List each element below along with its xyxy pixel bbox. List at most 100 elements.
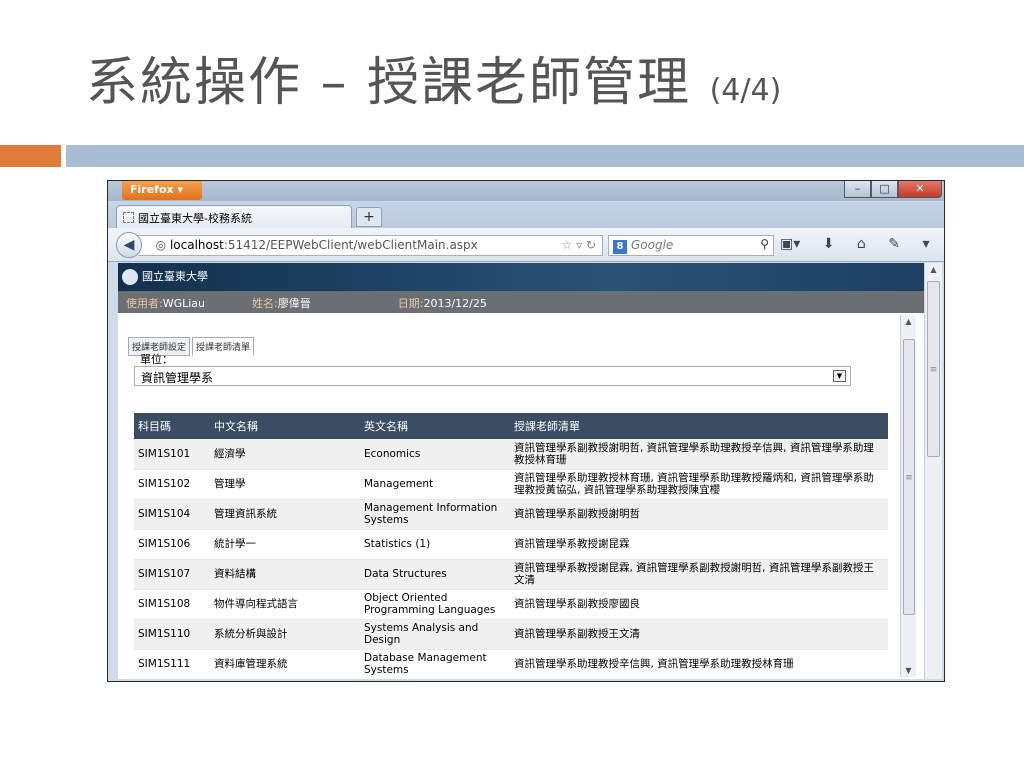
cell-course-code: SIM1S106 — [134, 529, 210, 560]
page-icon — [123, 212, 134, 223]
cell-teacher-list: 資訊管理學系助理教授辛信興, 資訊管理學系助理教授林育珊 — [510, 649, 888, 679]
user-label: 使用者: — [126, 297, 163, 310]
date-label: 日期: — [397, 297, 424, 310]
toolbar-icons: ▣▾ ⬇ ⌂ ✎ ▾ — [780, 236, 944, 252]
dropdown-icon[interactable]: ▿ — [576, 238, 582, 252]
search-placeholder: Google — [631, 238, 674, 252]
cell-course-code: SIM1S110 — [134, 619, 210, 650]
unit-label: 單位： — [140, 353, 173, 366]
cell-english-name: Economics — [360, 439, 510, 470]
table-row[interactable]: SIM1S107 資料結構 Data Structures 資訊管理學系教授謝昆… — [134, 559, 888, 590]
unit-value: 資訊管理學系 — [141, 371, 214, 385]
globe-icon: ◎ — [155, 238, 167, 252]
user-value: WGLiau — [162, 297, 206, 310]
tab-teacher-list[interactable]: 授課老師清單 — [192, 337, 255, 356]
header-course-code[interactable]: 科目碼 — [134, 413, 210, 439]
bookmarks-icon[interactable]: ▣▾ — [780, 236, 800, 252]
search-icon[interactable]: ⚲ — [760, 237, 769, 251]
cell-chinese-name: 物件導向程式語言 — [210, 589, 360, 620]
logo-text: 國立臺東大學 — [142, 270, 208, 283]
table-row[interactable]: SIM1S110 系統分析與設計 Systems Analysis and De… — [134, 619, 888, 650]
name-value: 廖偉晉 — [277, 297, 311, 310]
maximize-button[interactable]: □ — [871, 181, 898, 198]
addon-icon[interactable]: ✎ — [888, 236, 900, 252]
cell-chinese-name: 管理學 — [210, 469, 360, 500]
header-english-name[interactable]: 英文名稱 — [360, 413, 510, 439]
new-tab-button[interactable]: + — [356, 207, 382, 227]
page-content: 國立臺東大學 使用者:WGLiau 姓名:廖偉晉 日期:2013/12/25 授… — [118, 263, 940, 679]
cell-english-name: Data Structures — [360, 559, 510, 590]
chevron-down-icon[interactable]: ▼ — [833, 370, 846, 382]
cell-teacher-list: 資訊管理學系副教授王文清 — [510, 619, 888, 650]
firefox-menu-button[interactable]: Firefox ▾ — [122, 181, 202, 200]
download-icon[interactable]: ⬇ — [823, 236, 835, 252]
cell-teacher-list: 資訊管理學系教授謝昆霖 — [510, 529, 888, 560]
table-row[interactable]: SIM1S108 物件導向程式語言 Object Oriented Progra… — [134, 589, 888, 620]
cell-course-code: SIM1S101 — [134, 439, 210, 470]
table-header-row: 科目碼 中文名稱 英文名稱 授課老師清單 — [134, 413, 888, 439]
slide-title: 系統操作 – 授課老師管理 (4/4) — [86, 40, 781, 115]
cell-english-name: Management Information Systems — [360, 499, 510, 530]
tab-strip: 國立臺東大學-校務系統 + — [108, 201, 944, 228]
scrollbar-thumb[interactable]: ≡ — [927, 281, 940, 457]
url-host: localhost — [169, 238, 224, 252]
accent-bar-blue — [66, 145, 1024, 167]
scroll-down-icon[interactable]: ▼ — [901, 666, 916, 675]
table-row[interactable]: SIM1S111 資料庫管理系統 Database Management Sys… — [134, 649, 888, 679]
unit-select[interactable]: 資訊管理學系 ▼ — [134, 366, 851, 386]
cell-chinese-name: 管理資訊系統 — [210, 499, 360, 530]
cell-course-code: SIM1S111 — [134, 649, 210, 679]
table-row[interactable]: SIM1S102 管理學 Management 資訊管理學系助理教授林育珊, 資… — [134, 469, 888, 500]
url-actions: ☆ ▿ ↻ — [561, 238, 596, 252]
app-banner: 國立臺東大學 — [118, 263, 940, 291]
inner-scrollbar[interactable]: ▲ ≡ ▼ — [900, 315, 916, 677]
cell-course-code: SIM1S102 — [134, 469, 210, 500]
cell-course-code: SIM1S107 — [134, 559, 210, 590]
cell-course-code: SIM1S104 — [134, 499, 210, 530]
cell-english-name: Management — [360, 469, 510, 500]
menu-chevron-icon[interactable]: ▾ — [922, 236, 929, 252]
search-engine-icon[interactable]: 8 — [613, 240, 627, 254]
slide-title-text: 系統操作 – 授課老師管理 — [86, 53, 692, 113]
name-label: 姓名: — [252, 297, 278, 310]
table-row[interactable]: SIM1S106 統計學一 Statistics (1) 資訊管理學系教授謝昆霖 — [134, 529, 888, 560]
page-scrollbar[interactable]: ▲ ≡ — [924, 263, 942, 679]
header-teacher-list[interactable]: 授課老師清單 — [510, 413, 888, 439]
browser-tab[interactable]: 國立臺東大學-校務系統 — [116, 205, 352, 228]
cell-english-name: Statistics (1) — [360, 529, 510, 560]
scroll-up-icon[interactable]: ▲ — [901, 317, 916, 326]
header-chinese-name[interactable]: 中文名稱 — [210, 413, 360, 439]
cell-english-name: Systems Analysis and Design — [360, 619, 510, 650]
university-logo: 國立臺東大學 — [122, 268, 208, 285]
cell-teacher-list: 資訊管理學系助理教授林育珊, 資訊管理學系助理教授羅炳和, 資訊管理學系助理教授… — [510, 469, 888, 500]
back-button[interactable]: ◀ — [116, 232, 142, 258]
search-input[interactable]: 8 Google ⚲ — [608, 235, 774, 256]
reload-icon[interactable]: ↻ — [586, 238, 596, 252]
cell-teacher-list: 資訊管理學系副教授謝明哲 — [510, 499, 888, 530]
url-path: :51412/EEPWebClient/webClientMain.aspx — [223, 238, 478, 252]
window-titlebar: Firefox ▾ – □ ✕ — [108, 181, 944, 201]
cell-chinese-name: 統計學一 — [210, 529, 360, 560]
scroll-up-icon[interactable]: ▲ — [925, 265, 942, 274]
close-button[interactable]: ✕ — [898, 181, 942, 198]
course-teacher-table: 科目碼 中文名稱 英文名稱 授課老師清單 SIM1S101 經濟學 Econom… — [134, 413, 888, 679]
tab-title: 國立臺東大學-校務系統 — [138, 212, 252, 225]
back-arrow-icon: ◀ — [123, 237, 135, 253]
scrollbar-thumb[interactable]: ≡ — [903, 339, 915, 615]
cell-course-code: SIM1S108 — [134, 589, 210, 620]
cell-chinese-name: 資料庫管理系統 — [210, 649, 360, 679]
home-icon[interactable]: ⌂ — [857, 236, 866, 252]
minimize-button[interactable]: – — [844, 181, 871, 198]
url-bar[interactable]: ◎ localhost:51412/EEPWebClient/webClient… — [138, 235, 603, 256]
browser-window: Firefox ▾ – □ ✕ 國立臺東大學-校務系統 + ◎ localhos… — [107, 180, 945, 682]
cell-teacher-list: 資訊管理學系副教授謝明哲, 資訊管理學系助理教授辛信興, 資訊管理學系助理教授林… — [510, 439, 888, 470]
cell-english-name: Database Management Systems — [360, 649, 510, 679]
seal-icon — [122, 269, 138, 285]
table-row[interactable]: SIM1S104 管理資訊系統 Management Information S… — [134, 499, 888, 530]
cell-chinese-name: 系統分析與設計 — [210, 619, 360, 650]
cell-chinese-name: 經濟學 — [210, 439, 360, 470]
page-indicator: (4/4) — [709, 73, 782, 108]
star-icon[interactable]: ☆ — [561, 238, 572, 252]
table-row[interactable]: SIM1S101 經濟學 Economics 資訊管理學系副教授謝明哲, 資訊管… — [134, 439, 888, 470]
accent-bar-orange — [0, 145, 61, 167]
